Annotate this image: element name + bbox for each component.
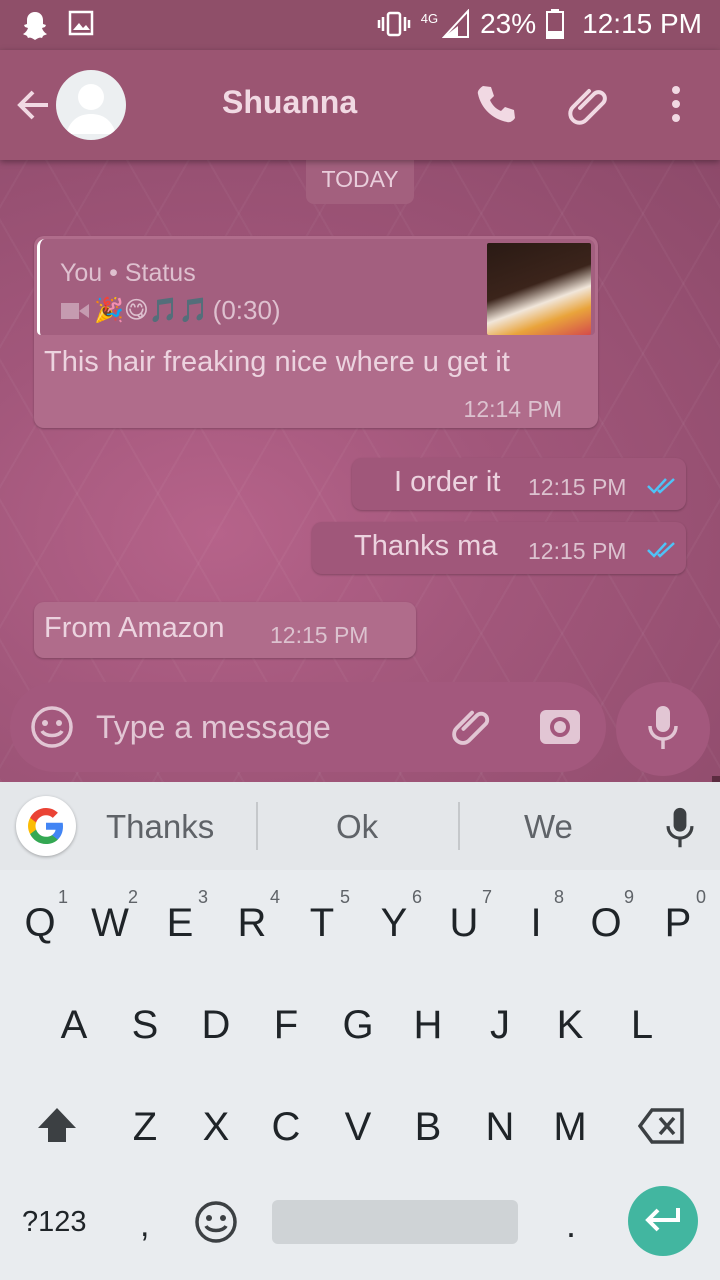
key-u[interactable]: U7: [434, 887, 494, 958]
quoted-status[interactable]: You • Status 🎉😋🎵🎵 (0:30): [37, 239, 595, 335]
incoming-message[interactable]: From Amazon 12:15 PM: [34, 602, 416, 658]
chat-header: Shuanna: [0, 50, 720, 160]
vibrate-icon: [377, 11, 410, 37]
key-x[interactable]: X: [186, 1092, 246, 1162]
key-s[interactable]: S: [115, 990, 175, 1060]
key-n[interactable]: N: [470, 1092, 530, 1162]
shift-icon[interactable]: [36, 1106, 78, 1144]
key-a[interactable]: A: [44, 990, 104, 1060]
suggestion-1[interactable]: Thanks: [106, 808, 214, 846]
snapchat-icon: [23, 12, 47, 40]
battery-icon: [546, 9, 565, 39]
message-time: 12:15 PM: [270, 622, 369, 648]
suggestion-3[interactable]: We: [524, 808, 573, 846]
key-r[interactable]: R4: [222, 887, 282, 958]
period-key[interactable]: .: [566, 1204, 576, 1246]
enter-key[interactable]: [628, 1186, 698, 1256]
outgoing-message[interactable]: I order it 12:15 PM: [352, 458, 686, 510]
message-text: I order it: [394, 466, 501, 498]
attach-icon[interactable]: [450, 704, 496, 750]
camera-icon[interactable]: [538, 706, 582, 746]
outgoing-message[interactable]: Thanks ma 12:15 PM: [312, 522, 686, 574]
key-q[interactable]: Q1: [10, 887, 70, 958]
key-k[interactable]: K: [540, 990, 600, 1060]
quote-emojis: 🎉😋🎵🎵: [94, 297, 209, 324]
incoming-reply-message[interactable]: You • Status 🎉😋🎵🎵 (0:30) This hair freak…: [34, 236, 598, 428]
scrollbar[interactable]: [712, 776, 720, 782]
key-p[interactable]: P0: [648, 887, 708, 958]
voice-input-icon[interactable]: [664, 806, 696, 850]
video-icon: [61, 302, 89, 319]
contact-avatar[interactable]: [56, 70, 126, 140]
microphone-icon: [648, 706, 678, 749]
google-g-logo: [28, 808, 63, 844]
message-time: 12:15 PM: [528, 538, 627, 564]
voice-message-button[interactable]: [616, 682, 710, 776]
key-l[interactable]: L: [612, 990, 672, 1060]
network-type: 4G: [420, 10, 439, 26]
contact-name[interactable]: Shuanna: [222, 84, 357, 121]
attach-icon[interactable]: [566, 82, 614, 130]
key-d[interactable]: D: [186, 990, 246, 1060]
more-options-icon[interactable]: [664, 82, 688, 126]
read-receipt-icon: [647, 478, 675, 494]
comma-key[interactable]: ,: [140, 1206, 149, 1245]
key-j[interactable]: J: [470, 990, 530, 1060]
status-bar: 4G 23% 12:15 PM: [0, 0, 720, 50]
read-receipt-icon: [647, 542, 675, 558]
key-b[interactable]: B: [398, 1092, 458, 1162]
message-text: From Amazon: [44, 612, 225, 644]
message-text: This hair freaking nice where u get it: [44, 346, 510, 378]
emoji-key-icon[interactable]: [194, 1200, 238, 1244]
key-m[interactable]: M: [540, 1092, 600, 1162]
divider: [458, 802, 460, 850]
backspace-icon[interactable]: [638, 1108, 684, 1144]
enter-icon: [645, 1208, 680, 1232]
key-y[interactable]: Y6: [364, 887, 424, 958]
quote-author: You • Status: [60, 259, 196, 287]
call-icon[interactable]: [474, 82, 518, 126]
symbols-key[interactable]: ?123: [22, 1206, 87, 1239]
key-t[interactable]: T5: [292, 887, 352, 958]
gallery-icon: [68, 10, 94, 36]
key-h[interactable]: H: [398, 990, 458, 1060]
back-arrow-icon[interactable]: [14, 86, 52, 124]
message-input[interactable]: [96, 702, 426, 752]
battery-percent: 23%: [480, 8, 537, 39]
message-time: 12:14 PM: [463, 396, 562, 422]
suggestion-bar: Thanks Ok We: [0, 782, 720, 870]
key-e[interactable]: E3: [150, 887, 210, 958]
key-o[interactable]: O9: [576, 887, 636, 958]
message-time: 12:15 PM: [528, 474, 627, 500]
divider: [256, 802, 258, 850]
space-bar[interactable]: [272, 1200, 518, 1244]
key-g[interactable]: G: [328, 990, 388, 1060]
date-divider: TODAY: [306, 160, 414, 204]
emoji-icon[interactable]: [30, 705, 74, 749]
key-w[interactable]: W2: [80, 887, 140, 958]
person-icon: [66, 84, 116, 134]
key-c[interactable]: C: [256, 1092, 316, 1162]
clock: 12:15 PM: [582, 8, 702, 39]
suggestion-2[interactable]: Ok: [336, 808, 378, 846]
status-thumbnail: [487, 243, 591, 335]
key-f[interactable]: F: [256, 990, 316, 1060]
key-i[interactable]: I8: [506, 887, 566, 958]
message-composer: [10, 682, 606, 772]
quote-duration: (0:30): [212, 295, 281, 325]
key-z[interactable]: Z: [115, 1092, 175, 1162]
signal-icon: [442, 9, 470, 38]
message-text: Thanks ma: [354, 530, 498, 562]
google-icon[interactable]: [16, 796, 76, 856]
key-v[interactable]: V: [328, 1092, 388, 1162]
